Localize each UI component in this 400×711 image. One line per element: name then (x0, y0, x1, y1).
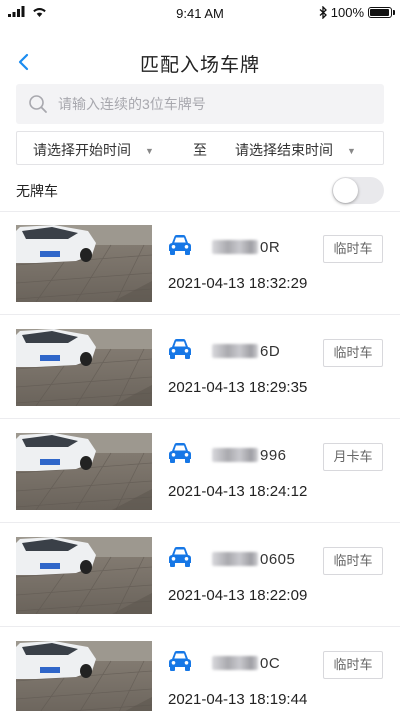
vehicle-snapshot (16, 641, 152, 711)
search-bar[interactable] (16, 84, 384, 124)
battery-percent: 100% (330, 5, 364, 20)
end-time-label: 请选择结束时间 (235, 142, 333, 158)
plate-mask (212, 240, 258, 254)
plate-number: 0R (212, 237, 280, 257)
car-icon (169, 443, 191, 463)
battery-icon (368, 7, 395, 18)
plate-suffix: 0605 (260, 550, 296, 568)
battery-fill (370, 9, 389, 16)
car-icon (169, 339, 191, 359)
vehicle-snapshot (16, 433, 152, 510)
plate-mask (212, 448, 258, 462)
vehicle-type-tag: 临时车 (323, 339, 383, 367)
time-range-picker: 请选择开始时间 ▼ 至 请选择结束时间 ▼ (16, 131, 384, 165)
entry-time: 2021-04-13 18:22:09 (168, 587, 308, 604)
plate-number: 996 (212, 445, 287, 465)
car-icon (169, 547, 191, 567)
search-input[interactable] (58, 96, 358, 112)
no-plate-row: 无牌车 (16, 174, 384, 206)
start-time-select[interactable]: 请选择开始时间 ▼ (33, 140, 154, 160)
no-plate-toggle[interactable] (332, 177, 384, 204)
status-right: 100% (319, 5, 395, 20)
end-time-select[interactable]: 请选择结束时间 ▼ (235, 140, 356, 160)
vehicle-snapshot (16, 537, 152, 614)
search-icon (29, 95, 47, 113)
vehicle-type-tag: 临时车 (323, 235, 383, 263)
status-bar: 9:41 AM 100% (0, 0, 400, 28)
record-row[interactable]: 0R 临时车 2021-04-13 18:32:29 (0, 212, 400, 315)
record-row[interactable]: 0C 临时车 2021-04-13 18:19:44 (0, 628, 400, 711)
bluetooth-icon (319, 6, 327, 19)
record-row[interactable]: 996 月卡车 2021-04-13 18:24:12 (0, 420, 400, 523)
plate-suffix: 0R (260, 238, 281, 256)
vehicle-snapshot (16, 225, 152, 302)
plate-number: 0605 (212, 549, 295, 569)
vehicle-type-tag: 月卡车 (323, 443, 383, 471)
car-icon (169, 651, 191, 671)
vehicle-type-tag: 临时车 (323, 547, 383, 575)
start-time-label: 请选择开始时间 (33, 142, 131, 158)
toggle-knob (333, 178, 358, 203)
dropdown-triangle-icon: ▼ (347, 146, 356, 156)
record-row[interactable]: 0605 临时车 2021-04-13 18:22:09 (0, 524, 400, 627)
plate-number: 6D (212, 341, 280, 361)
plate-suffix: 6D (260, 342, 281, 360)
entry-time: 2021-04-13 18:19:44 (168, 691, 308, 708)
vehicle-type-tag: 临时车 (323, 651, 383, 679)
entry-time: 2021-04-13 18:24:12 (168, 483, 308, 500)
page-title: 匹配入场车牌 (139, 55, 260, 76)
plate-mask (212, 656, 258, 670)
nav-header: 匹配入场车牌 (0, 40, 400, 84)
car-icon (169, 235, 191, 255)
plate-mask (212, 344, 258, 358)
vehicle-snapshot (16, 329, 152, 406)
range-separator: 至 (193, 142, 207, 158)
plate-mask (212, 552, 258, 566)
entry-time: 2021-04-13 18:29:35 (168, 379, 308, 396)
entry-time: 2021-04-13 18:32:29 (168, 275, 308, 292)
plate-number: 0C (212, 653, 280, 673)
plate-suffix: 996 (260, 446, 287, 464)
record-row[interactable]: 6D 临时车 2021-04-13 18:29:35 (0, 316, 400, 419)
no-plate-label: 无牌车 (16, 183, 58, 199)
plate-suffix: 0C (260, 654, 281, 672)
dropdown-triangle-icon: ▼ (145, 146, 154, 156)
